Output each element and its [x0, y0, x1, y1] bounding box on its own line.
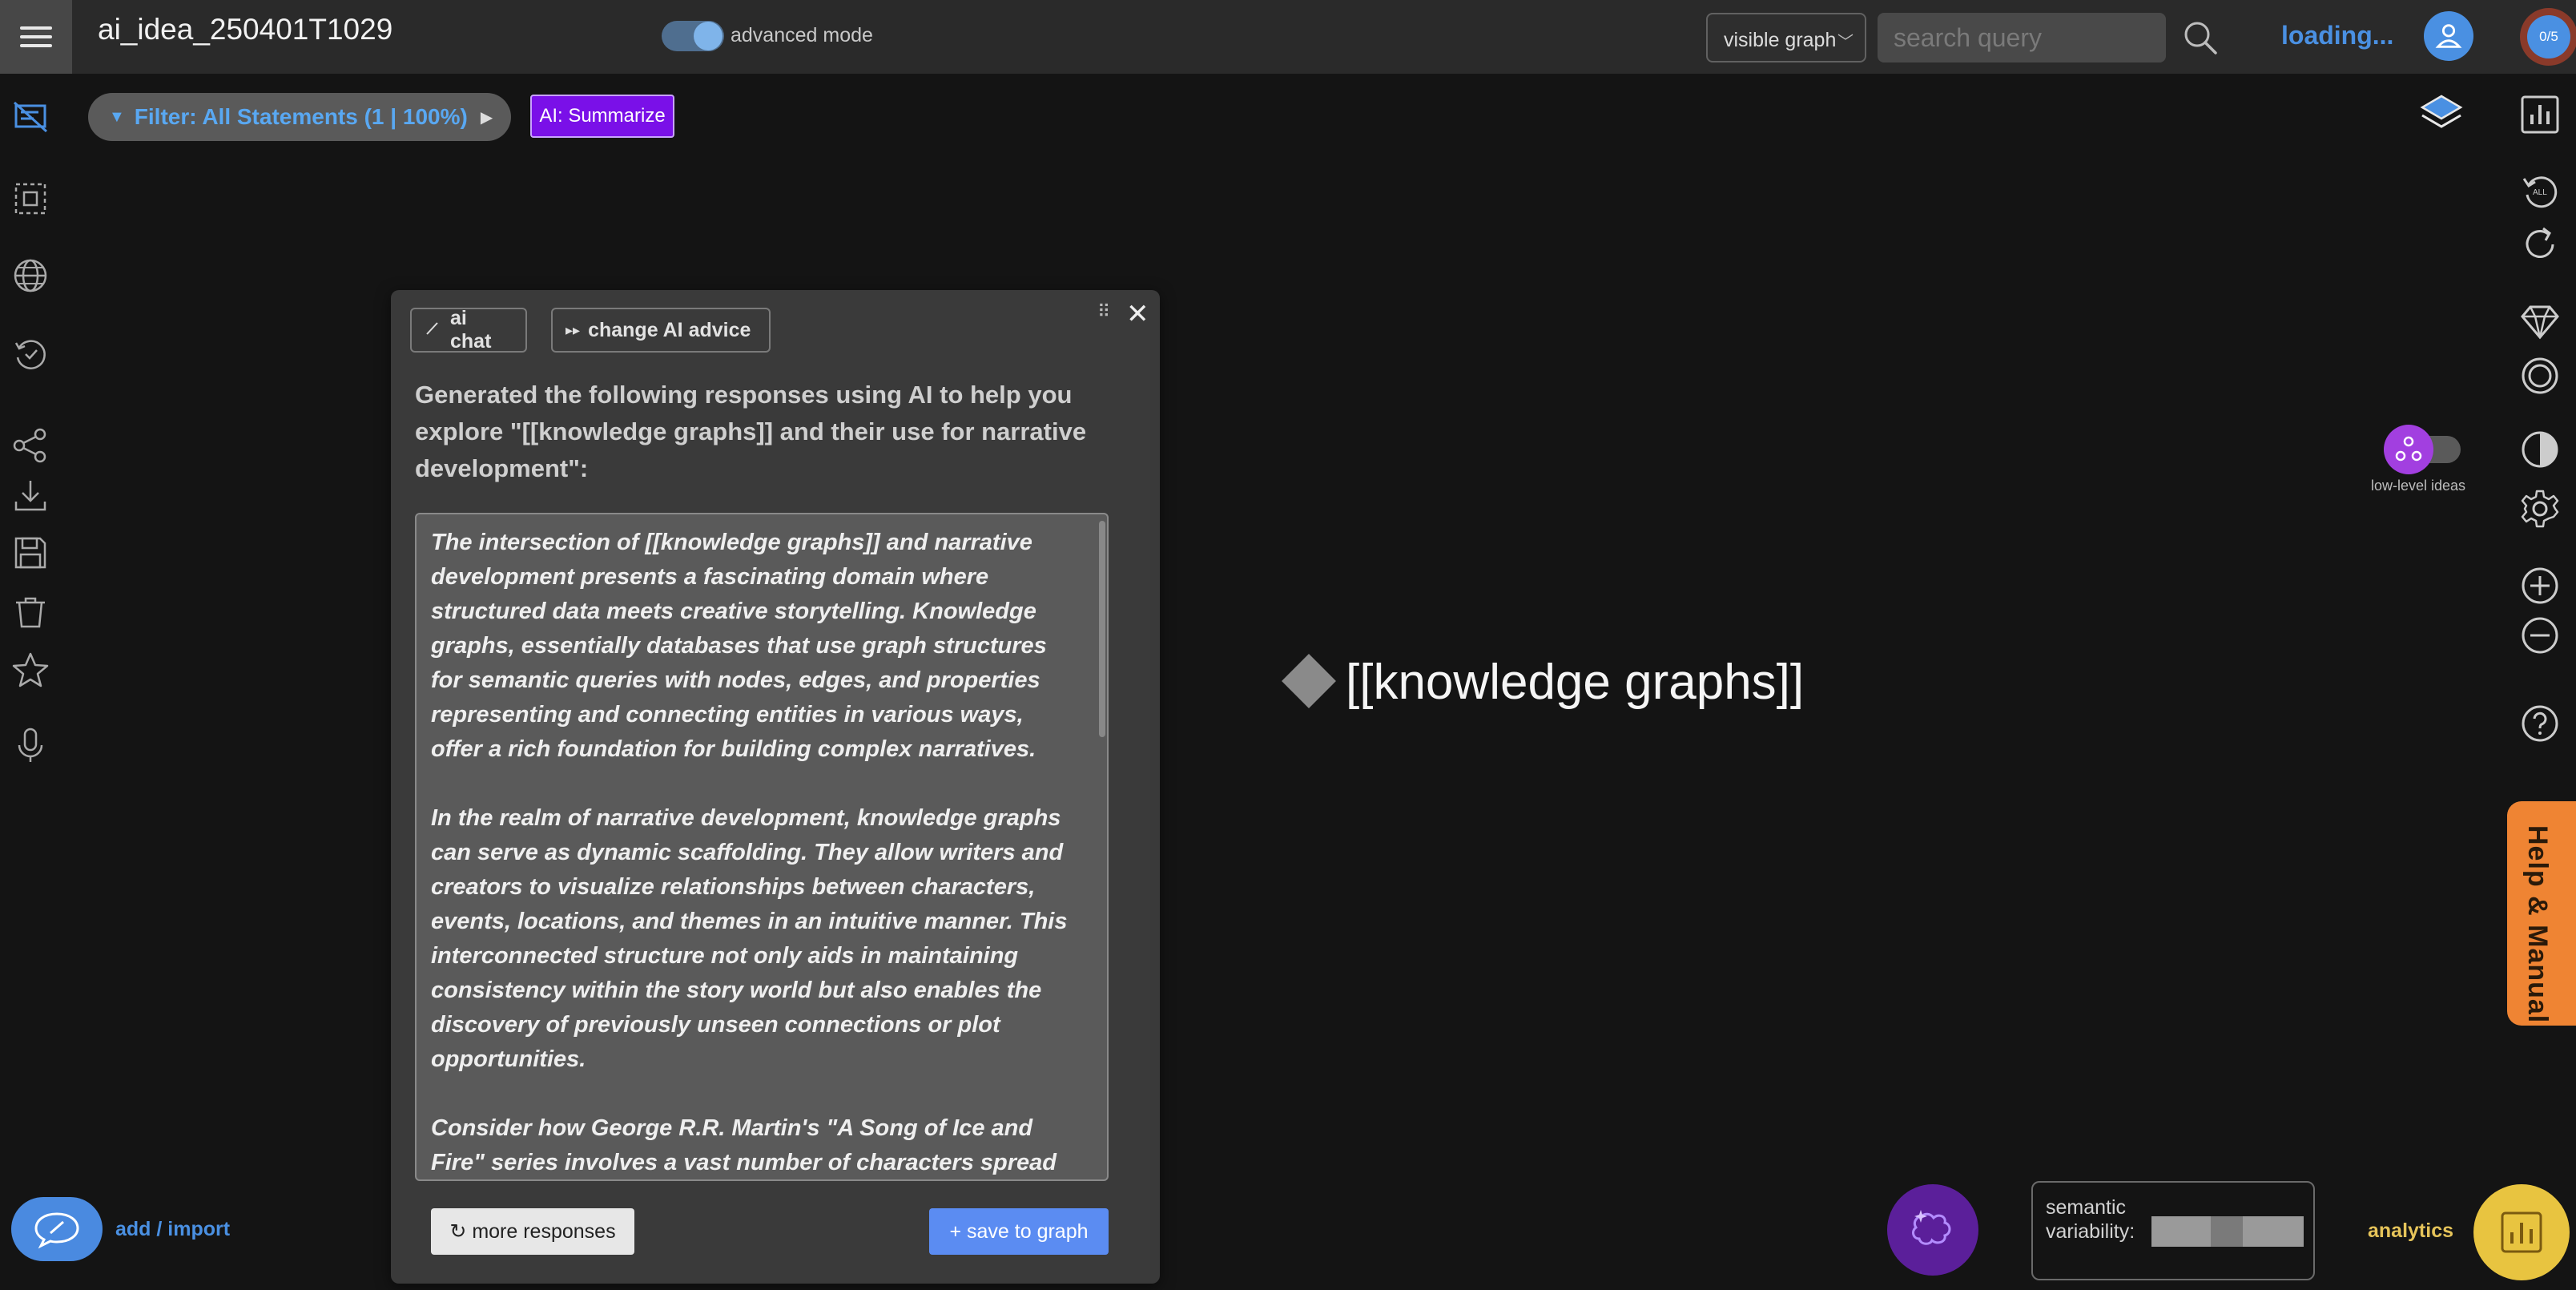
- add-import-button[interactable]: [11, 1197, 103, 1261]
- select-area-icon[interactable]: [8, 176, 53, 221]
- caret-down-icon: ▼: [109, 107, 125, 126]
- change-ai-advice-button[interactable]: ▸▸ change AI advice: [551, 308, 771, 353]
- fast-forward-icon: ▸▸: [566, 321, 581, 338]
- view-select[interactable]: visible graph ﹀: [1706, 13, 1866, 62]
- brain-sparkle-icon: [1912, 1210, 1951, 1245]
- loading-status: loading...: [2281, 21, 2394, 50]
- semantic-variability-slider[interactable]: [2151, 1216, 2304, 1247]
- advanced-mode-label: advanced mode: [731, 24, 873, 46]
- ai-advice-panel: ai chat ▸▸ change AI advice ⠿ ✕ Generate…: [391, 290, 1160, 1284]
- app-title: ai_idea_250401T1029: [98, 13, 393, 46]
- ai-chat-label: ai chat: [450, 307, 492, 353]
- caret-right-icon: ▶: [480, 108, 493, 127]
- no-comments-icon[interactable]: [8, 95, 53, 139]
- low-level-ideas-toggle[interactable]: [2384, 425, 2462, 474]
- chat-pencil-icon: [34, 1212, 79, 1249]
- analytics-chart-icon[interactable]: [2517, 91, 2563, 138]
- circle-target-icon[interactable]: [2517, 353, 2563, 399]
- ai-response-box[interactable]: The intersection of [[knowledge graphs]]…: [415, 513, 1109, 1181]
- help-question-icon[interactable]: [2517, 700, 2563, 747]
- response-paragraph: Consider how George R.R. Martin's "A Son…: [431, 1115, 1057, 1175]
- star-icon[interactable]: [8, 647, 53, 692]
- ai-panel-intro: Generated the following responses using …: [415, 381, 1087, 482]
- microphone-icon[interactable]: [8, 723, 53, 768]
- semantic-variability-control: semantic variability:: [2031, 1181, 2315, 1280]
- save-to-graph-button[interactable]: + save to graph: [929, 1208, 1109, 1255]
- search-input[interactable]: [1878, 13, 2166, 62]
- semantic-variability-label: semantic variability:: [2046, 1196, 2135, 1243]
- trash-icon[interactable]: [8, 590, 53, 635]
- nodes-icon: [2384, 425, 2433, 474]
- graph-node-label[interactable]: [[knowledge graphs]]: [1346, 654, 1804, 711]
- scrollbar-thumb[interactable]: [1099, 521, 1105, 737]
- ai-summarize-button[interactable]: AI: Summarize: [530, 95, 674, 138]
- menu-icon: [20, 21, 52, 53]
- bar-chart-icon: [2501, 1211, 2542, 1253]
- statement-filter-button[interactable]: ▼ Filter: All Statements (1 | 100%) ▶: [88, 93, 511, 141]
- graph-node-diamond-icon[interactable]: [1282, 654, 1336, 708]
- share-icon[interactable]: [8, 423, 53, 468]
- ai-response-text: The intersection of [[knowledge graphs]]…: [417, 514, 1107, 1179]
- response-paragraph: In the realm of narrative development, k…: [431, 805, 1068, 1072]
- settings-gear-icon[interactable]: [2517, 486, 2563, 532]
- add-import-label[interactable]: add / import: [115, 1218, 230, 1241]
- filter-label: Filter: All Statements (1 | 100%): [134, 104, 468, 129]
- undo-all-icon[interactable]: ALL: [2517, 168, 2563, 215]
- zoom-out-icon[interactable]: [2517, 612, 2563, 659]
- user-avatar-button[interactable]: [2424, 11, 2473, 61]
- pencil-icon: [425, 319, 441, 342]
- analytics-button[interactable]: [2473, 1184, 2570, 1280]
- diamond-gem-icon[interactable]: [2517, 298, 2563, 345]
- counter-badge-text: 0/5: [2527, 15, 2570, 58]
- chevron-down-icon: ﹀: [1837, 34, 1854, 51]
- help-manual-tab[interactable]: Help & Manual: [2507, 801, 2576, 1026]
- globe-icon[interactable]: [8, 253, 53, 298]
- close-icon[interactable]: ✕: [1126, 298, 1149, 330]
- user-icon: [2435, 24, 2462, 48]
- low-level-ideas-label: low-level ideas: [2371, 478, 2466, 494]
- contrast-icon[interactable]: [2517, 426, 2563, 473]
- view-select-value: visible graph: [1724, 29, 1837, 51]
- download-icon[interactable]: [8, 473, 53, 518]
- refresh-icon[interactable]: [2517, 221, 2563, 268]
- search-icon[interactable]: [2180, 18, 2220, 58]
- analytics-label[interactable]: analytics: [2368, 1219, 2453, 1243]
- zoom-in-icon[interactable]: [2517, 562, 2563, 609]
- layers-icon[interactable]: [2417, 90, 2465, 138]
- svg-text:ALL: ALL: [2533, 188, 2547, 197]
- ai-chat-button[interactable]: ai chat: [410, 307, 527, 353]
- save-icon[interactable]: [8, 530, 53, 575]
- advanced-mode-toggle[interactable]: [662, 21, 724, 51]
- response-paragraph: The intersection of [[knowledge graphs]]…: [431, 530, 1047, 762]
- hamburger-menu-button[interactable]: [0, 0, 72, 74]
- counter-badge[interactable]: 0/5: [2520, 8, 2576, 66]
- help-manual-label: Help & Manual: [2522, 825, 2553, 1024]
- ai-brain-button[interactable]: [1887, 1184, 1978, 1276]
- more-responses-button[interactable]: ↻ more responses: [431, 1208, 634, 1255]
- history-icon[interactable]: [8, 332, 53, 377]
- drag-handle-icon[interactable]: ⠿: [1097, 301, 1110, 322]
- change-ai-advice-label: change AI advice: [588, 318, 751, 341]
